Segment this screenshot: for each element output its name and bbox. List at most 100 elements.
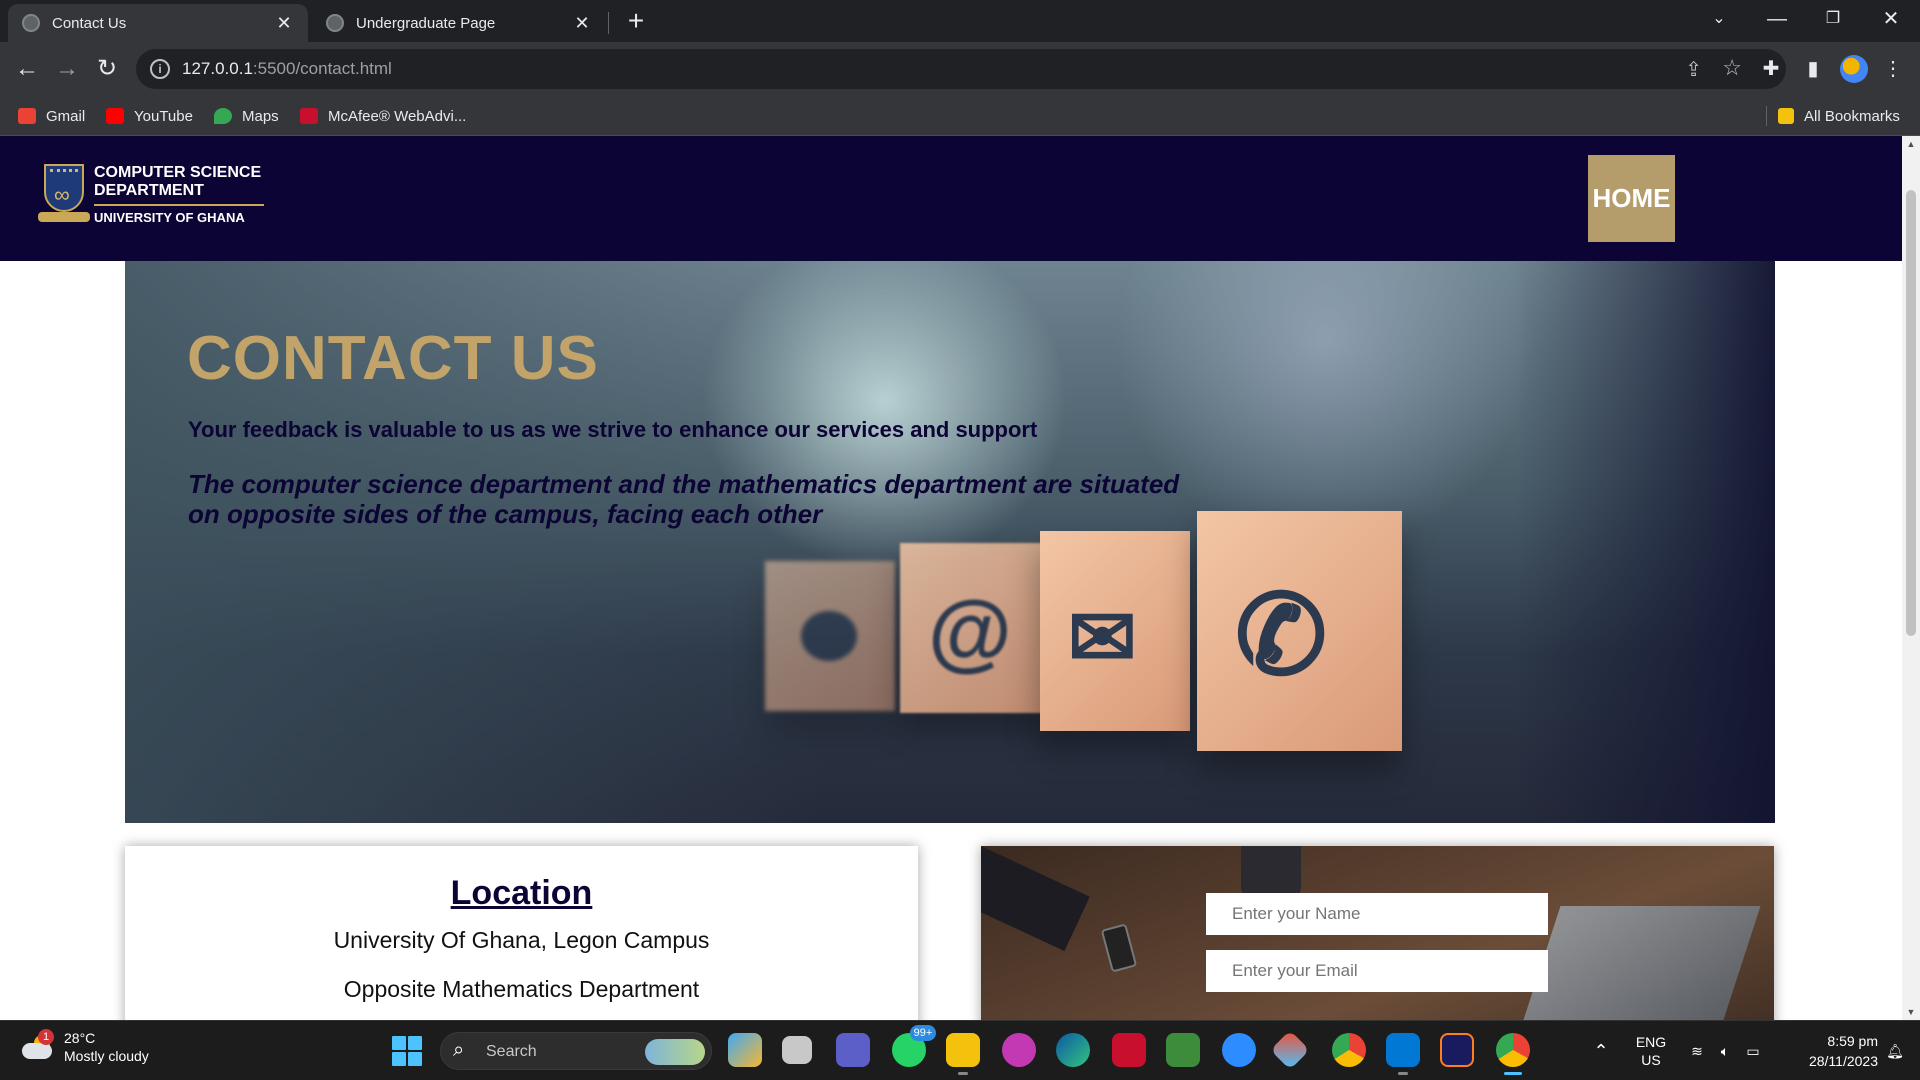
- whatsapp-app-icon[interactable]: 99+: [892, 1025, 936, 1067]
- language-indicator[interactable]: ENG US: [1630, 1021, 1672, 1080]
- location-heading: Location: [450, 874, 593, 912]
- email-input[interactable]: [1206, 950, 1548, 992]
- copilot-app-icon[interactable]: [728, 1033, 762, 1067]
- maps-icon: [214, 108, 232, 124]
- wps-app-icon[interactable]: [1002, 1033, 1036, 1067]
- bookmark-youtube[interactable]: YouTube: [106, 104, 193, 128]
- windows-taskbar: 1 28°C Mostly cloudy ⌕ Search 99+ ⌃ ENG …: [0, 1020, 1920, 1080]
- taskbar-search[interactable]: ⌕ Search: [440, 1032, 712, 1070]
- wifi-icon[interactable]: ≋: [1684, 1021, 1710, 1080]
- bookmark-gmail[interactable]: Gmail: [18, 104, 85, 128]
- url-text[interactable]: 127.0.0.1:5500/contact.html: [182, 59, 392, 79]
- location-line-2: Opposite Mathematics Department: [343, 976, 700, 1002]
- clock-time: 8:59 pm: [1827, 1033, 1878, 1049]
- weather-badge: 1: [38, 1029, 54, 1045]
- tab-contact-us[interactable]: Contact Us ✕: [8, 4, 308, 42]
- gmail-icon: [18, 108, 36, 124]
- git-app-icon[interactable]: [1270, 1030, 1310, 1070]
- windows-start-icon[interactable]: [392, 1036, 422, 1066]
- side-panel-icon[interactable]: ▮: [1798, 54, 1828, 84]
- battery-icon[interactable]: ▭: [1740, 1021, 1766, 1080]
- close-tab-icon[interactable]: ✕: [274, 13, 294, 34]
- mcafee-app-icon[interactable]: [1112, 1033, 1146, 1067]
- bookmark-star-icon[interactable]: ☆: [1722, 55, 1742, 81]
- scroll-down-arrow-icon[interactable]: ▼: [1902, 1004, 1920, 1020]
- chrome-app-icon[interactable]: [1332, 1033, 1366, 1067]
- back-arrow-icon[interactable]: ←: [8, 50, 46, 88]
- minimize-button[interactable]: —: [1752, 0, 1802, 38]
- tab-undergraduate-page[interactable]: Undergraduate Page ✕: [312, 4, 606, 42]
- chrome-profile-app-icon[interactable]: [1496, 1033, 1530, 1075]
- location-line-1: University Of Ghana, Legon Campus: [333, 927, 710, 953]
- forward-arrow-icon[interactable]: →: [48, 50, 86, 88]
- globe-icon: [326, 14, 344, 32]
- whatsapp-badge: 99+: [910, 1025, 936, 1041]
- task-view-icon[interactable]: [782, 1036, 812, 1064]
- site-header: COMPUTER SCIENCE DEPARTMENT UNIVERSITY O…: [0, 136, 1902, 261]
- teams-app-icon[interactable]: [836, 1033, 870, 1067]
- globe-icon: [22, 14, 40, 32]
- url-path: :5500/contact.html: [252, 59, 392, 78]
- department-logo[interactable]: COMPUTER SCIENCE DEPARTMENT UNIVERSITY O…: [38, 164, 264, 226]
- weather-widget[interactable]: 1 28°C Mostly cloudy: [20, 1029, 149, 1065]
- folder-icon: [1778, 108, 1794, 124]
- address-bar[interactable]: i 127.0.0.1:5500/contact.html ⇪ ☆: [136, 49, 1786, 89]
- location-card: Location University Of Ghana, Legon Camp…: [125, 846, 918, 1020]
- tab-label: Undergraduate Page: [356, 14, 496, 32]
- tab-strip: Contact Us ✕ Undergraduate Page ✕ + ⌄ — …: [0, 0, 1920, 42]
- cloudy-weather-icon: 1: [20, 1029, 56, 1063]
- bookmark-label: Gmail: [46, 107, 86, 125]
- scroll-up-arrow-icon[interactable]: ▲: [1902, 136, 1920, 152]
- search-icon: ⌕: [453, 1039, 465, 1061]
- page-scrollbar[interactable]: ▲ ▼: [1902, 136, 1920, 1020]
- close-window-button[interactable]: ✕: [1866, 0, 1916, 38]
- zoom-app-icon[interactable]: [1222, 1033, 1256, 1067]
- restore-button[interactable]: ❐: [1808, 0, 1858, 38]
- youtube-icon: [106, 108, 124, 124]
- share-icon[interactable]: ⇪: [1685, 57, 1702, 82]
- contact-form-card: [981, 846, 1774, 1020]
- search-highlight-art: [645, 1039, 705, 1065]
- bookmark-mcafee[interactable]: McAfee® WebAdvi...: [300, 104, 466, 128]
- file-explorer-icon[interactable]: [946, 1033, 980, 1075]
- window-app-icon[interactable]: [1386, 1033, 1420, 1075]
- hero-banner: @ ✉ ✆ CONTACT US Your feedback is valuab…: [125, 261, 1775, 823]
- system-clock[interactable]: 8:59 pm 28/11/2023: [1778, 1031, 1878, 1071]
- hero-description: The computer science department and the …: [188, 469, 1180, 529]
- intellij-app-icon[interactable]: [1440, 1033, 1474, 1067]
- close-tab-icon[interactable]: ✕: [572, 13, 592, 34]
- new-tab-button[interactable]: +: [622, 6, 650, 36]
- nodejs-app-icon[interactable]: [1166, 1033, 1200, 1067]
- all-bookmarks-button[interactable]: All Bookmarks: [1778, 104, 1900, 128]
- page-title: CONTACT US: [187, 324, 599, 393]
- tab-divider: [608, 12, 609, 34]
- bookmark-maps[interactable]: Maps: [214, 104, 279, 128]
- tab-label: Contact Us: [52, 14, 127, 32]
- scrollbar-thumb[interactable]: [1906, 190, 1916, 636]
- bookmark-label: YouTube: [134, 107, 193, 125]
- extensions-puzzle-icon[interactable]: ✚: [1756, 54, 1786, 84]
- bookmarks-divider: [1766, 106, 1767, 126]
- hero-subtitle: Your feedback is valuable to us as we st…: [188, 417, 1038, 442]
- name-input[interactable]: [1206, 893, 1548, 935]
- mcafee-icon: [300, 108, 318, 124]
- logo-line-1: COMPUTER SCIENCE: [94, 164, 262, 181]
- reload-icon[interactable]: ↻: [88, 50, 126, 88]
- tab-search-icon[interactable]: ⌄: [1694, 0, 1744, 38]
- menu-kebab-icon[interactable]: ⋮: [1878, 54, 1908, 84]
- chat-block-illustration: [765, 561, 895, 711]
- notification-bell-icon[interactable]: 🔔︎: [1880, 1021, 1910, 1080]
- site-info-icon[interactable]: i: [150, 59, 170, 79]
- bookmark-label: All Bookmarks: [1804, 107, 1900, 125]
- weather-description: Mostly cloudy: [64, 1048, 149, 1064]
- show-hidden-icons-chevron-icon[interactable]: ⌃: [1586, 1021, 1616, 1080]
- logo-line-2: DEPARTMENT: [94, 182, 264, 206]
- phone-block-illustration: ✆: [1197, 511, 1402, 751]
- edge-browser-icon[interactable]: [1056, 1033, 1090, 1067]
- search-label: Search: [486, 1043, 537, 1060]
- volume-icon[interactable]: 🔈︎: [1712, 1021, 1738, 1080]
- home-button[interactable]: HOME: [1588, 155, 1675, 242]
- bookmark-label: Maps: [242, 107, 279, 125]
- laptop-photo-detail: [1521, 906, 1761, 1020]
- profile-avatar[interactable]: [1840, 55, 1868, 83]
